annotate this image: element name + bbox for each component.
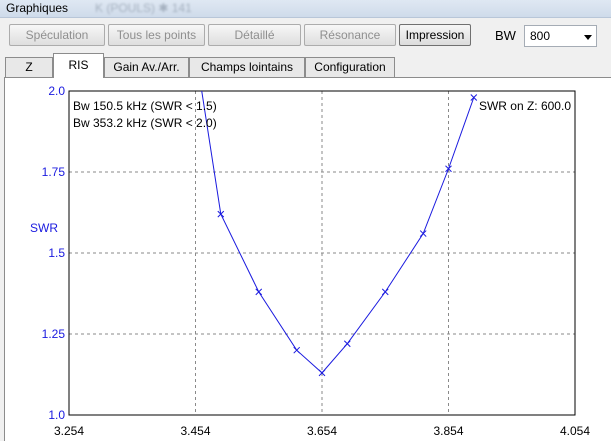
- swr-point-marker: [381, 288, 389, 296]
- y-tick-label: 1.0: [48, 408, 65, 422]
- bandwidth-annotation-1.5: Bw 150.5 kHz (SWR < 1.5): [73, 99, 217, 113]
- chart-grid: [69, 91, 575, 415]
- y-tick-label: 1.25: [42, 327, 66, 341]
- swr-point-marker: [293, 346, 301, 354]
- x-tick-label: 4.054: [560, 424, 590, 438]
- x-tick-label: 3.454: [180, 424, 210, 438]
- swr-point-marker: [419, 230, 427, 237]
- swr-point-marker: [255, 288, 263, 296]
- y-tick-label: 1.5: [48, 246, 65, 260]
- x-tick-label: 3.254: [54, 424, 84, 438]
- tab-ris[interactable]: RIS: [53, 53, 104, 78]
- swr-line: [201, 91, 475, 374]
- bandwidth-annotation-2.0: Bw 353.2 kHz (SWR < 2.0): [73, 116, 217, 130]
- x-tick-label: 3.854: [433, 424, 463, 438]
- y-tick-label: 1.75: [42, 165, 66, 179]
- swr-on-z-annotation: SWR on Z: 600.0: [479, 99, 571, 113]
- axis-ticks: 3.254 3.454 3.654 3.854 4.054 2.0 1.75 1.5 1.25 1…: [42, 84, 591, 438]
- y-axis-label: SWR: [30, 221, 58, 235]
- y-tick-label: 2.0: [48, 84, 65, 98]
- swr-point-marker: [470, 94, 478, 101]
- swr-point-marker: [343, 340, 351, 348]
- x-tick-label: 3.654: [307, 424, 337, 438]
- swr-series: [201, 91, 478, 377]
